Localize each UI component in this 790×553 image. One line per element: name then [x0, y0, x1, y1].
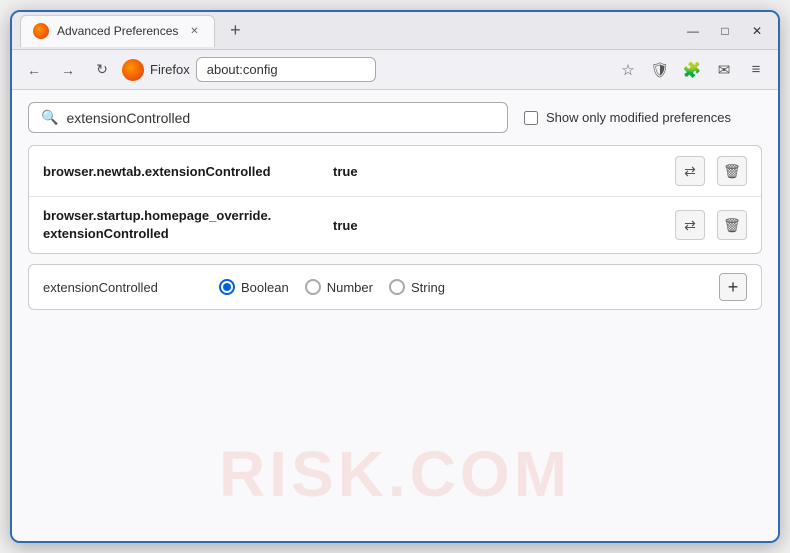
extension-button[interactable]: 🧩 [678, 56, 706, 84]
radio-boolean[interactable]: Boolean [219, 279, 289, 295]
site-name: Firefox [150, 62, 190, 77]
bookmark-button[interactable]: ☆ [614, 56, 642, 84]
table-row: browser.startup.homepage_override. exten… [29, 197, 761, 253]
tab-close-button[interactable]: ✕ [186, 23, 202, 39]
search-input[interactable] [66, 110, 495, 126]
table-row: browser.newtab.extensionControlled true … [29, 146, 761, 197]
reset-icon-1: ⇄ [684, 163, 696, 180]
add-pref-row: extensionControlled Boolean Number Strin… [28, 264, 762, 310]
firefox-tab-icon [33, 23, 49, 39]
pref-value-2: true [333, 218, 373, 233]
watermark: RISK.COM [219, 437, 571, 511]
modified-check-label[interactable]: Show only modified preferences [524, 110, 731, 125]
radio-string-label: String [411, 280, 445, 295]
radio-string[interactable]: String [389, 279, 445, 295]
add-pref-button[interactable]: + [719, 273, 747, 301]
pref-name-2-line1: browser.startup.homepage_override. [43, 208, 271, 223]
forward-button[interactable]: → [54, 56, 82, 84]
results-table: browser.newtab.extensionControlled true … [28, 145, 762, 254]
pref-value-1: true [333, 164, 373, 179]
firefox-logo [122, 59, 144, 81]
reset-pref-1-button[interactable]: ⇄ [675, 156, 705, 186]
search-icon: 🔍 [41, 109, 58, 126]
trash-icon-1: 🗑 [723, 163, 741, 180]
modified-check-text: Show only modified preferences [546, 110, 731, 125]
radio-string-circle [389, 279, 405, 295]
new-tab-button[interactable]: + [221, 17, 249, 45]
minimize-button[interactable]: — [680, 20, 706, 42]
browser-window: Advanced Preferences ✕ + — □ ✕ ← → ↻ Fir… [10, 10, 780, 543]
title-bar: Advanced Preferences ✕ + — □ ✕ [12, 12, 778, 50]
window-controls: — □ ✕ [680, 20, 770, 42]
new-pref-name: extensionControlled [43, 280, 203, 295]
tab-label: Advanced Preferences [57, 24, 178, 38]
address-text: about:config [207, 62, 278, 77]
reset-icon-2: ⇄ [684, 217, 696, 234]
radio-group: Boolean Number String [219, 279, 445, 295]
modified-checkbox[interactable] [524, 111, 538, 125]
close-button[interactable]: ✕ [744, 20, 770, 42]
radio-number-label: Number [327, 280, 373, 295]
trash-icon-2: 🗑 [723, 217, 741, 234]
pref-name-2: browser.startup.homepage_override. exten… [43, 207, 321, 243]
reload-button[interactable]: ↻ [88, 56, 116, 84]
address-bar[interactable]: about:config [196, 57, 376, 82]
pocket-button[interactable]: 🛡 [646, 56, 674, 84]
radio-number-circle [305, 279, 321, 295]
radio-number[interactable]: Number [305, 279, 373, 295]
reset-pref-2-button[interactable]: ⇄ [675, 210, 705, 240]
delete-pref-1-button[interactable]: 🗑 [717, 156, 747, 186]
radio-boolean-label: Boolean [241, 280, 289, 295]
active-tab[interactable]: Advanced Preferences ✕ [20, 15, 215, 47]
nav-bar: ← → ↻ Firefox about:config ☆ 🛡 🧩 ✉ ≡ [12, 50, 778, 90]
menu-button[interactable]: ≡ [742, 56, 770, 84]
search-row: 🔍 Show only modified preferences [28, 102, 762, 133]
tab-area: Advanced Preferences ✕ + [20, 15, 676, 47]
pref-name-2-line2: extensionControlled [43, 226, 169, 241]
maximize-button[interactable]: □ [712, 20, 738, 42]
pref-name-1: browser.newtab.extensionControlled [43, 164, 321, 179]
pref-search-box[interactable]: 🔍 [28, 102, 508, 133]
back-button[interactable]: ← [20, 56, 48, 84]
nav-icons: ☆ 🛡 🧩 ✉ ≡ [614, 56, 770, 84]
mail-button[interactable]: ✉ [710, 56, 738, 84]
content-area: RISK.COM 🔍 Show only modified preference… [12, 90, 778, 541]
radio-boolean-circle [219, 279, 235, 295]
delete-pref-2-button[interactable]: 🗑 [717, 210, 747, 240]
